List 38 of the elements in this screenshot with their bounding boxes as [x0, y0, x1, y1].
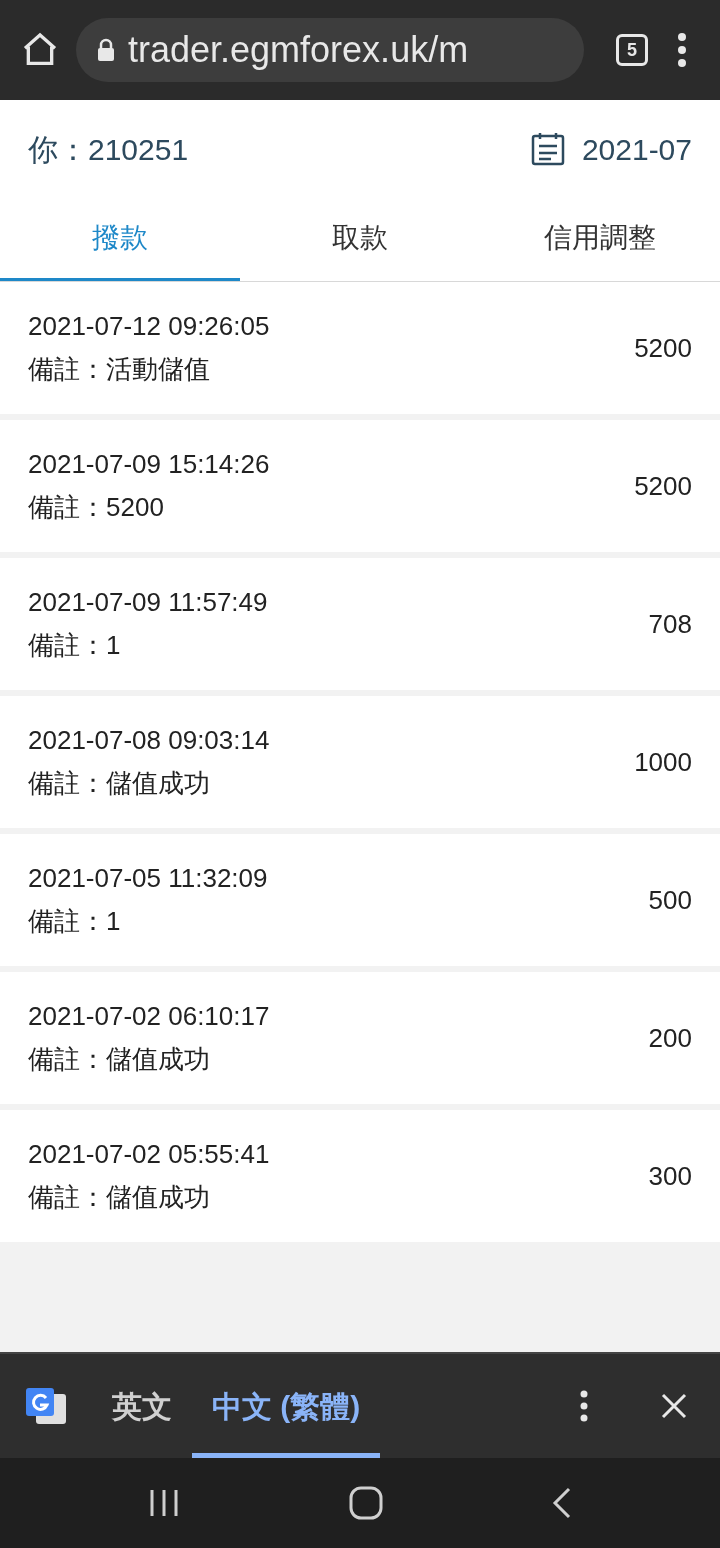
- tab[interactable]: 取款: [240, 198, 480, 281]
- back-icon[interactable]: [551, 1487, 572, 1519]
- language-tab[interactable]: 英文: [92, 1354, 192, 1458]
- record-amount: 5200: [634, 331, 692, 365]
- record-note: 備註：儲值成功: [28, 767, 211, 800]
- record-amount: 200: [648, 1021, 692, 1055]
- record-time: 2021-07-02 05:55:41: [28, 1138, 270, 1171]
- address-bar[interactable]: trader.egmforex.uk/m: [76, 18, 584, 82]
- month-picker[interactable]: 2021-07: [529, 126, 692, 172]
- record-note: 備註：1: [28, 629, 122, 662]
- translate-icon[interactable]: [24, 1386, 68, 1426]
- more-icon[interactable]: [578, 1390, 590, 1422]
- record-time: 2021-07-12 09:26:05: [28, 310, 270, 343]
- record-amount: 5200: [634, 469, 692, 503]
- home-button-icon[interactable]: [349, 1486, 383, 1520]
- record-note: 備註：5200: [28, 491, 165, 524]
- record-amount: 1000: [634, 745, 692, 779]
- close-icon[interactable]: [660, 1392, 688, 1420]
- record-time: 2021-07-08 09:03:14: [28, 724, 270, 757]
- more-icon[interactable]: [676, 32, 688, 68]
- record-note: 備註：儲值成功: [28, 1181, 211, 1214]
- account-number: 你：210251: [28, 131, 189, 168]
- record-amount: 708: [648, 607, 692, 641]
- record-time: 2021-07-09 15:14:26: [28, 448, 270, 481]
- record-note: 備註：1: [28, 905, 122, 938]
- tab[interactable]: 信用調整: [480, 198, 720, 281]
- record-time: 2021-07-05 11:32:09: [28, 862, 268, 895]
- url-text: trader.egmforex.uk/m: [128, 28, 469, 72]
- lock-icon: [96, 38, 116, 62]
- record-note: 備註：儲值成功: [28, 1043, 211, 1076]
- record-amount: 300: [648, 1159, 692, 1193]
- calendar-icon: [529, 131, 566, 167]
- record-time: 2021-07-09 11:57:49: [28, 586, 268, 619]
- tab-count-button[interactable]: 5: [616, 34, 648, 66]
- recent-apps-icon[interactable]: [148, 1488, 181, 1518]
- record-amount: 500: [648, 883, 692, 917]
- record-time: 2021-07-02 06:10:17: [28, 1000, 270, 1033]
- record-note: 備註：活動儲值: [28, 353, 211, 386]
